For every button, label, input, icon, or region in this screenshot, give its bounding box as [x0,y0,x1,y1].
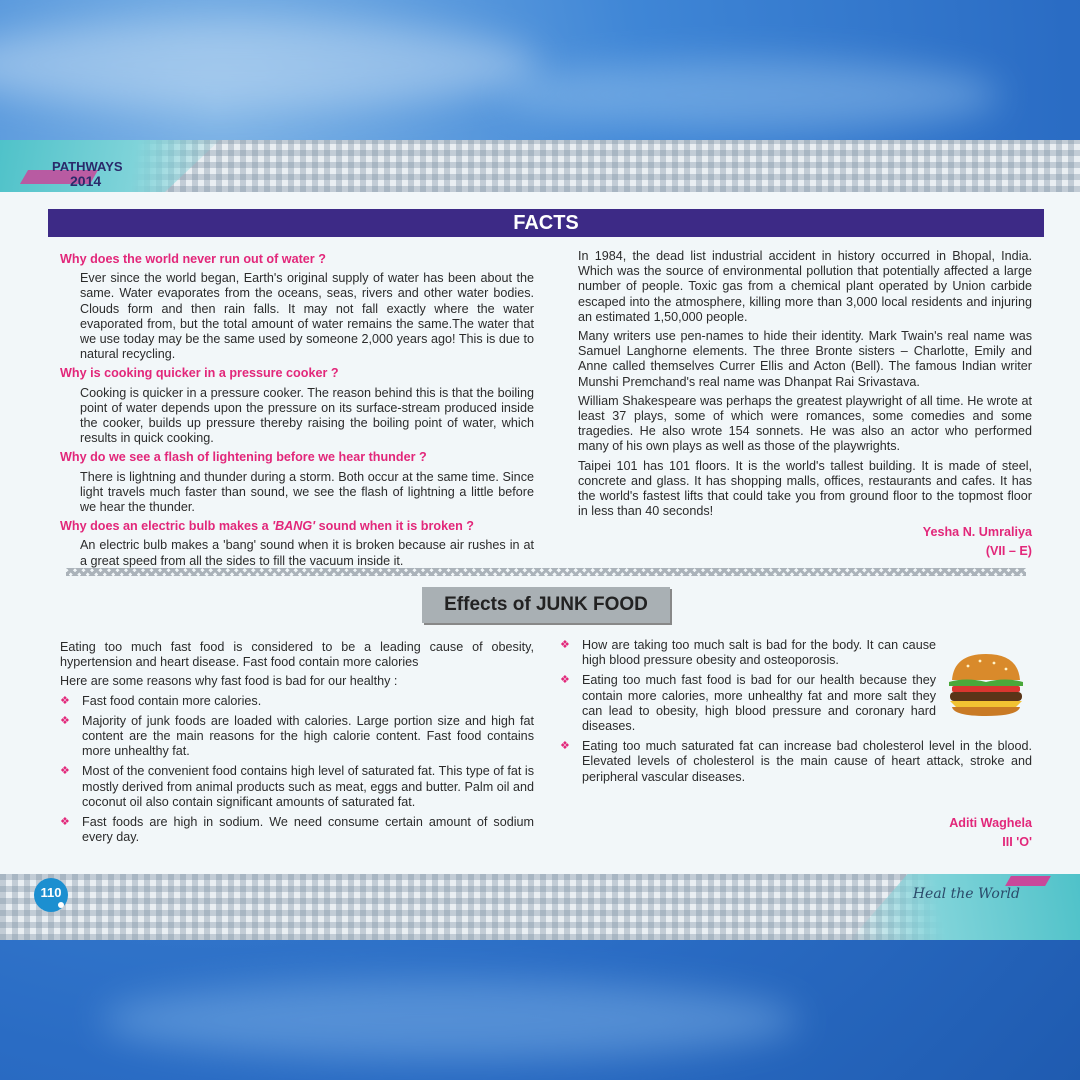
bullet-item: Eating too much fast food is bad for our… [560,673,936,734]
question: Why does the world never run out of wate… [60,252,326,266]
bullet-item: Most of the convenient food contains hig… [60,764,534,810]
junk-left-column: Eating too much fast food is considered … [60,640,534,850]
magazine-page: PATHWAYS 2014 FACTS Why does the world n… [0,140,1080,940]
junk-author-class: III 'O' [1002,834,1032,849]
junk-intro: Here are some reasons why fast food is b… [60,674,398,689]
fact-paragraph: William Shakespeare was perhaps the grea… [578,393,1032,454]
facts-author: Yesha N. Umraliya [922,525,1032,540]
fact-paragraph: Taipei 101 has 101 floors. It is the wor… [578,458,1032,519]
answer: There is lightning and thunder during a … [80,469,534,515]
background-streak [100,980,800,1060]
junk-author: Aditi Waghela [949,815,1032,830]
junk-food-heading: Effects of JUNK FOOD [422,587,670,623]
facts-heading: FACTS [48,209,1044,237]
answer: Ever since the world began, Earth's orig… [80,271,534,362]
background-streak [0,20,540,110]
burger-icon [949,654,1023,716]
bullet-item: Majority of junk foods are loaded with c… [60,714,534,760]
bullet-item: How are taking too much salt is bad for … [560,638,936,668]
bullet-item: Eating too much saturated fat can increa… [560,739,1032,785]
question: Why is cooking quicker in a pressure coo… [60,366,339,381]
answer: Cooking is quicker in a pressure cooker.… [80,385,534,446]
facts-right-column: In 1984, the dead list industrial accide… [578,249,1032,561]
question: Why do we see a flash of lightening befo… [60,450,427,465]
question-emphasis: 'BANG' [272,519,316,534]
brand-name: PATHWAYS [52,159,123,174]
background-streak [500,60,1000,130]
fact-paragraph: Many writers use pen-names to hide their… [578,329,1032,389]
footer-pink-accent [1005,876,1051,886]
junk-intro: Eating too much fast food is considered … [60,640,534,670]
question: Why does an electric bulb makes a 'BANG'… [60,519,534,534]
pathways-logo: PATHWAYS 2014 [52,159,123,189]
bullet-item: Fast foods are high in sodium. We need c… [60,815,534,845]
facts-author-class: (VII – E) [985,544,1032,559]
facts-left-column: Why does the world never run out of wate… [60,250,534,573]
section-divider [66,568,1026,576]
fact-paragraph: In 1984, the dead list industrial accide… [578,249,1032,324]
page-number: 110 [34,878,68,912]
bullet-item: Fast food contain more calories. [60,694,534,709]
answer: An electric bulb makes a 'bang' sound wh… [80,538,534,568]
question-part: sound when it is broken ? [315,519,474,534]
brand-year: 2014 [70,173,102,189]
footer-tagline: Heal the World [912,886,1020,902]
question-part: Why does an electric bulb makes a [60,519,273,534]
